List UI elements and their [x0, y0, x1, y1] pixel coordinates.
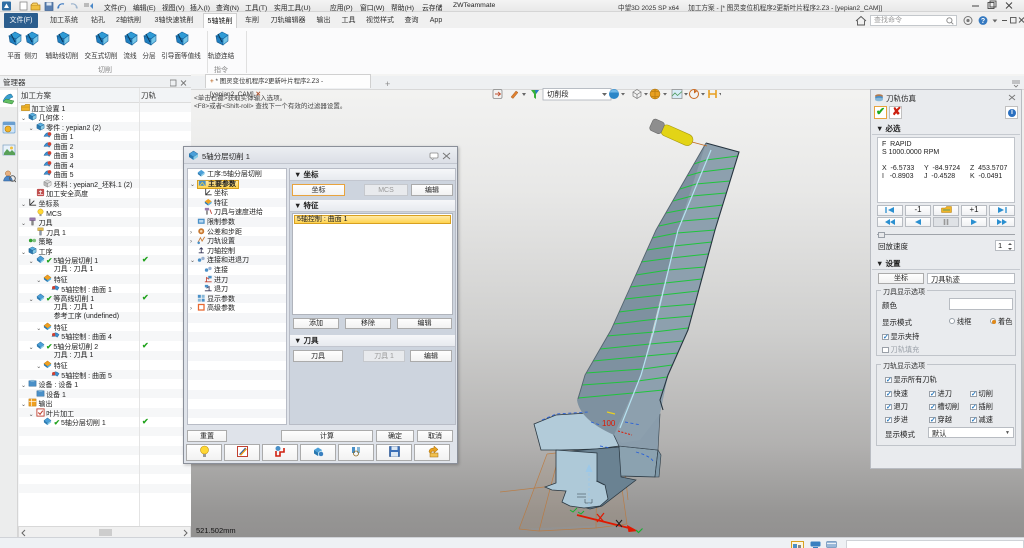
svg-text:切削段: 切削段: [547, 90, 569, 99]
svg-text:100: 100: [602, 419, 616, 428]
svg-text:?: ?: [981, 18, 985, 25]
